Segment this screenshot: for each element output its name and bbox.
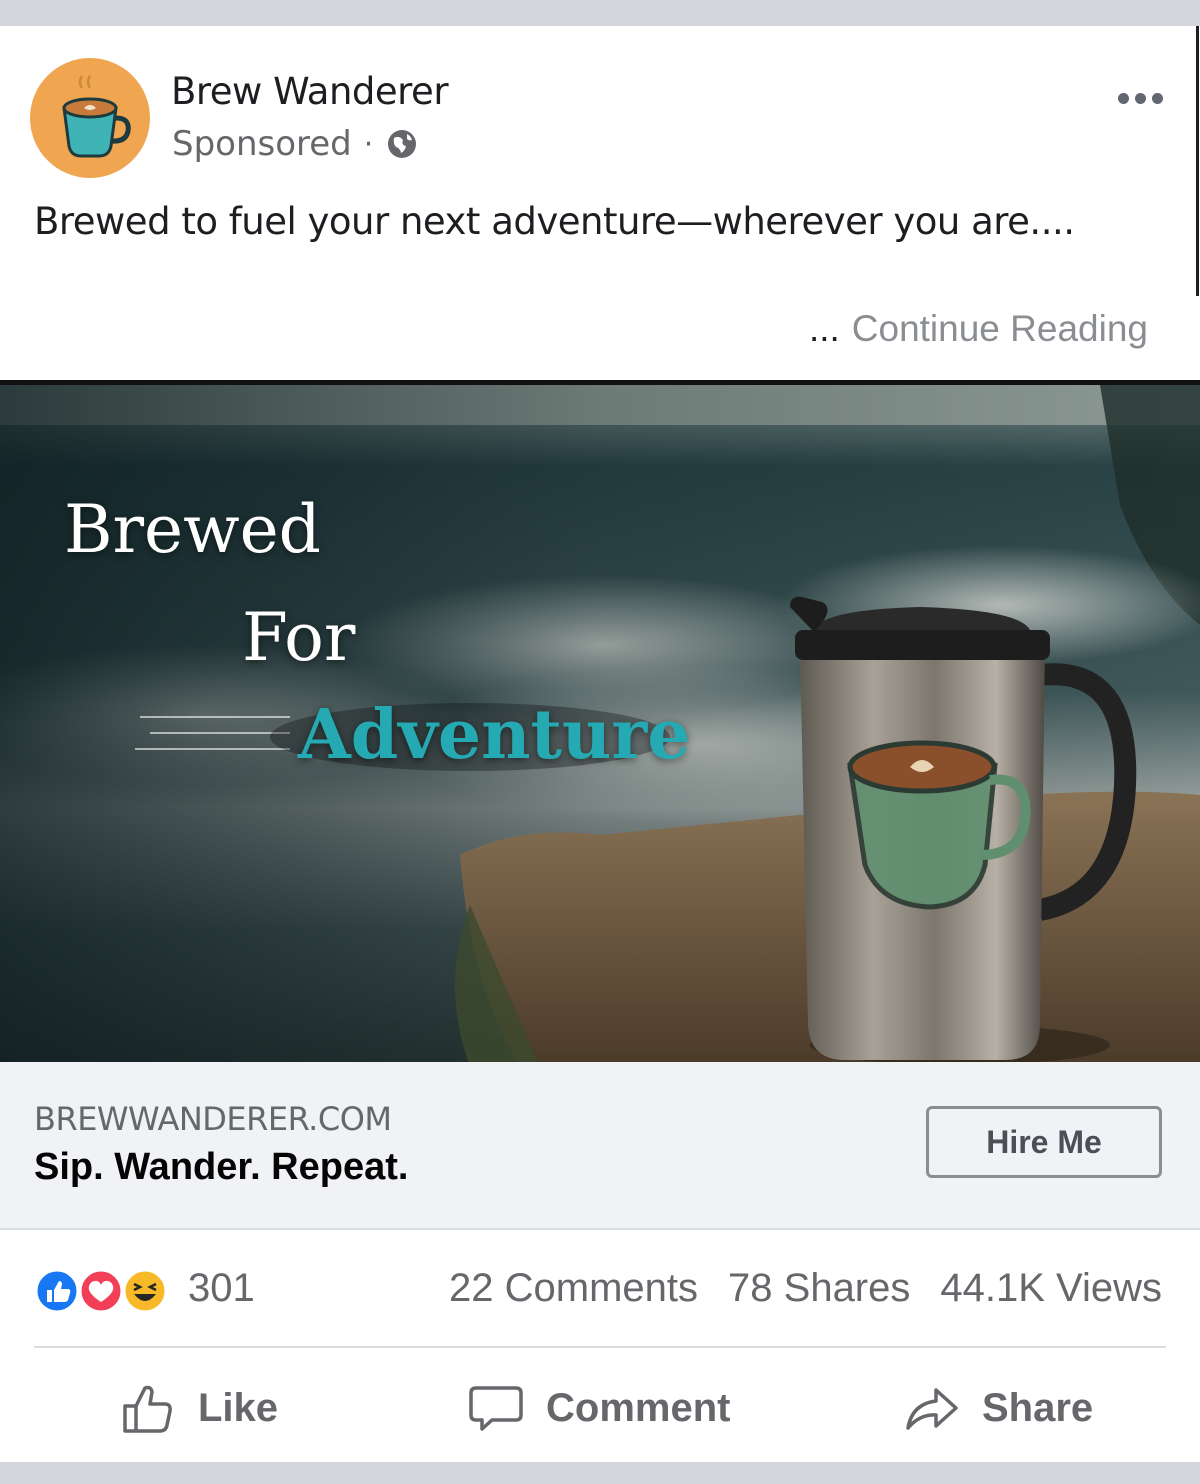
thumbs-up-icon	[123, 1385, 172, 1433]
share-button[interactable]: Share	[904, 1380, 1093, 1436]
link-preview[interactable]: BREWWANDERER.COM Sip. Wander. Repeat. Hi…	[0, 1062, 1200, 1230]
like-button[interactable]: Like	[120, 1380, 278, 1436]
link-headline: Sip. Wander. Repeat.	[34, 1146, 409, 1188]
continue-reading-label: Continue Reading	[851, 308, 1148, 349]
action-bar: Like Comment Share	[0, 1350, 1200, 1462]
engagement-stats: 301 22 Comments 78 Shares 44.1K Views	[0, 1230, 1200, 1348]
post-header: Brew Wanderer Sponsored · Brewed to fuel…	[0, 26, 1200, 382]
hire-me-button[interactable]: Hire Me	[926, 1106, 1162, 1178]
feed-gap-top	[0, 0, 1200, 26]
share-label: Share	[982, 1385, 1094, 1430]
ad-image[interactable]: Brewed For Adventure	[0, 380, 1200, 1067]
globe-icon	[388, 130, 417, 158]
love-reaction-icon	[78, 1268, 124, 1314]
page-avatar[interactable]	[30, 58, 150, 178]
continue-ellipsis: ...	[808, 308, 840, 349]
comment-bubble-icon	[469, 1386, 523, 1431]
haha-reaction-icon	[122, 1268, 168, 1314]
edge-rule	[1196, 26, 1199, 296]
continue-reading-link[interactable]: ... Continue Reading	[809, 308, 1148, 350]
comments-count[interactable]: 22 Comments	[449, 1266, 698, 1311]
hero-text-brewed: Brewed	[64, 491, 321, 568]
shares-count[interactable]: 78 Shares	[728, 1266, 910, 1311]
reaction-count[interactable]: 301	[188, 1266, 255, 1311]
link-domain: BREWWANDERER.COM	[34, 1100, 392, 1138]
reaction-icons[interactable]	[34, 1268, 184, 1314]
actions-divider	[34, 1346, 1166, 1348]
page-name[interactable]: Brew Wanderer	[171, 70, 449, 113]
hero-text-adventure: Adventure	[298, 695, 691, 775]
share-arrow-icon	[906, 1388, 958, 1430]
comment-label: Comment	[546, 1385, 731, 1430]
meta-separator: ·	[363, 126, 374, 162]
more-dot-icon	[1151, 92, 1163, 104]
like-reaction-icon	[34, 1268, 80, 1314]
hero-text-for: For	[242, 599, 356, 676]
post-caption: Brewed to fuel your next adventure—where…	[34, 200, 1075, 243]
post-meta: Sponsored ·	[172, 124, 419, 164]
coffee-cup-logo-icon	[62, 75, 131, 158]
sponsored-label[interactable]: Sponsored	[172, 124, 352, 164]
more-dot-icon	[1134, 92, 1146, 104]
comment-button[interactable]: Comment	[468, 1380, 730, 1436]
feed-gap-bottom	[0, 1462, 1200, 1484]
views-count: 44.1K Views	[940, 1266, 1162, 1310]
more-options-button[interactable]	[1112, 86, 1168, 110]
more-dot-icon	[1117, 92, 1129, 104]
like-label: Like	[198, 1385, 279, 1430]
stats-counts: 22 Comments 78 Shares 44.1K Views	[449, 1266, 1162, 1311]
